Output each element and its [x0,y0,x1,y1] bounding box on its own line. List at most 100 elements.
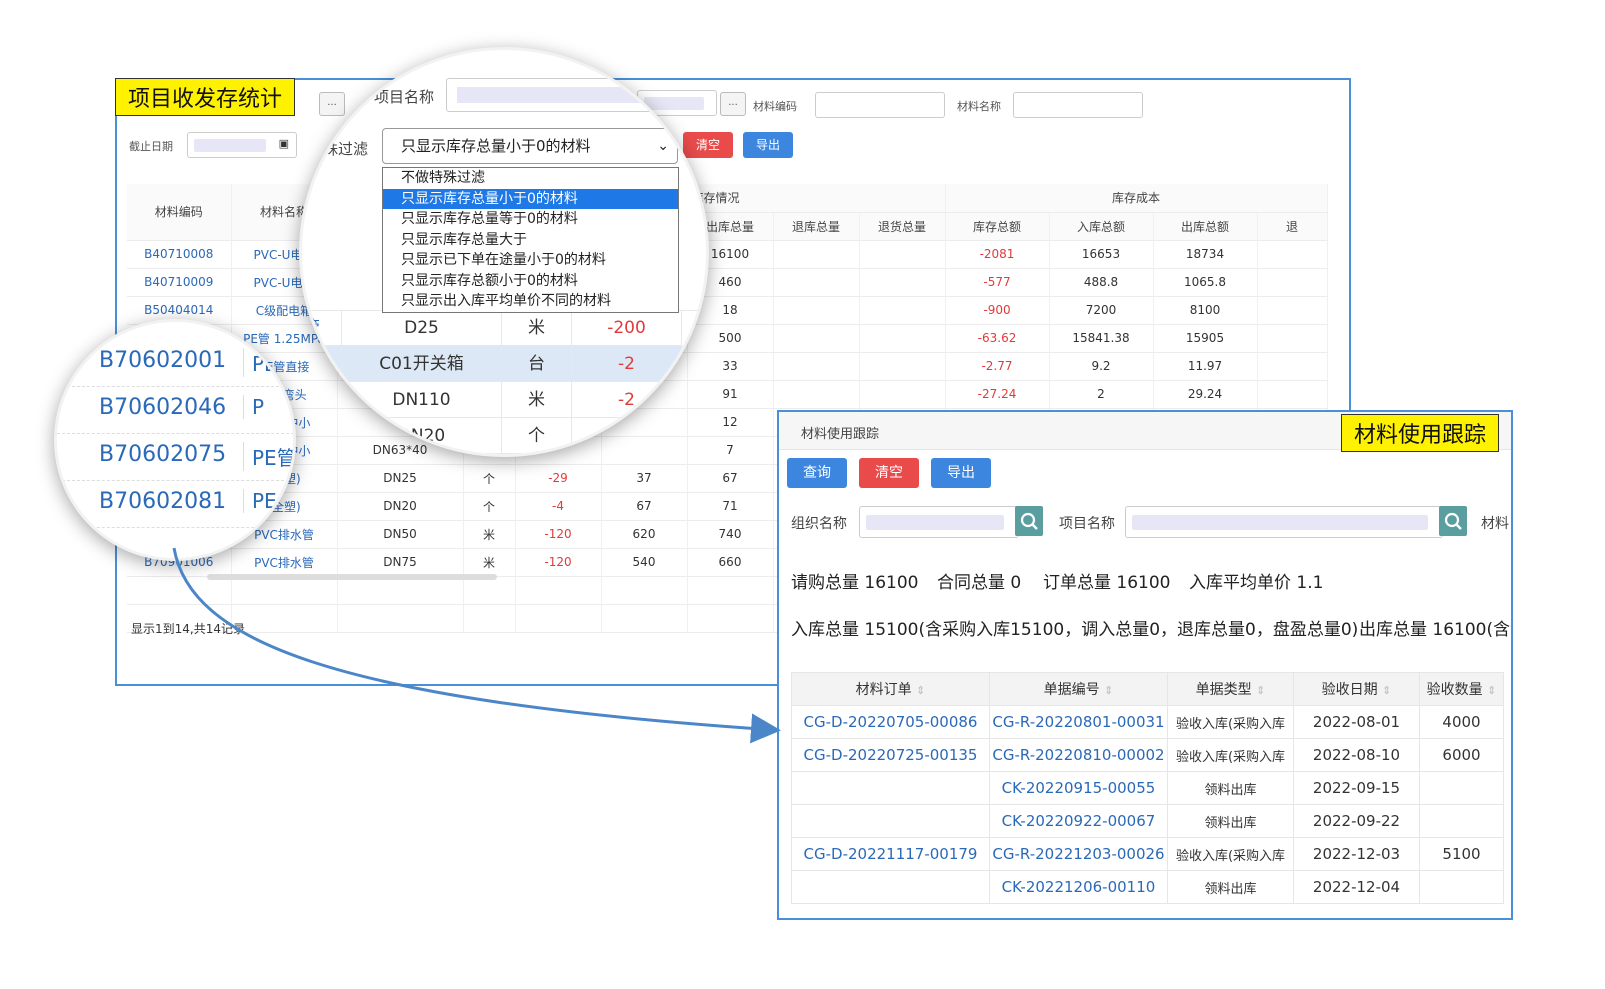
filter-option[interactable]: 只显示库存总额小于0的材料 [383,271,678,292]
cell-return-amount [1257,352,1328,381]
special-filter-select[interactable]: 只显示库存总量小于0的材料 ⌄ [382,128,678,164]
cell-type: 领料出库 [1167,870,1294,904]
table-row[interactable]: CK-20221206-00110 领料出库 2022-12-04 [791,870,1504,904]
cell-qty [1419,771,1504,805]
mag-project-name-input[interactable] [446,78,706,112]
cell-stock-qty: -29 [515,464,602,493]
cell-order[interactable]: CG-D-20220725-00135 [791,738,990,772]
filter-option[interactable]: 只显示库存总量小于0的材料 [383,188,678,209]
clear-button[interactable]: 清空 [859,458,919,488]
sort-icon[interactable]: ⇕ [916,684,925,697]
col-material-code[interactable]: 材料编码 [127,184,232,241]
table-row[interactable]: CG-D-20221117-00179 CG-R-20221203-00026 验收… [791,837,1504,871]
mag-material-name[interactable]: PE管直接 [243,348,293,377]
cell-out-amount: 8100 [1153,296,1258,325]
cell-doc[interactable]: CK-20221206-00110 [989,870,1168,904]
cell-material-code[interactable]: B40710009 [127,268,232,297]
clear-button[interactable]: 清空 [683,132,733,158]
sort-icon[interactable]: ⇕ [1382,684,1391,697]
col-doc-number[interactable]: 单据编号 ⇕ [989,672,1168,706]
stat-requisition-total: 请购总量 16100 [791,573,919,593]
cell-doc[interactable]: CG-R-20220801-00031 [989,705,1168,739]
material-label: 材料 [1481,516,1509,532]
col-in-amount[interactable]: 入库总额 [1049,212,1154,241]
col-return-amount[interactable]: 退 [1257,212,1328,241]
filter-option[interactable]: 只显示库存总量大于 [383,230,678,251]
cell-doc[interactable]: CG-R-20221203-00026 [989,837,1168,871]
mag-material-code[interactable]: B70602046 [99,395,226,420]
cell-return-qty [773,380,860,409]
org-search-button[interactable] [1015,506,1043,536]
col-stock-amount[interactable]: 库存总额 [945,212,1050,241]
filter-option[interactable]: 只显示出入库平均单价不同的材料 [383,291,678,312]
cell-doc[interactable]: CK-20220915-00055 [989,771,1168,805]
stat-out-total: 出库总量 16100(含领 [1359,620,1513,640]
table-row[interactable]: CK-20220922-00067 领料出库 2022-09-22 [791,804,1504,838]
sort-icon[interactable]: ⇕ [1256,684,1265,697]
cell-doc[interactable]: CG-R-20220810-00002 [989,738,1168,772]
table-row[interactable]: CK-20220915-00055 领料出库 2022-09-15 [791,771,1504,805]
calendar-icon[interactable]: ▣ [279,137,289,150]
cell-doc[interactable]: CK-20220922-00067 [989,804,1168,838]
export-button[interactable]: 导出 [931,458,991,488]
cell-out-amount: 29.24 [1153,380,1258,409]
cell-order[interactable]: CG-D-20220705-00086 [791,705,990,739]
col-doc-type[interactable]: 单据类型 ⇕ [1167,672,1294,706]
horizontal-scrollbar[interactable] [207,574,497,580]
cell-out-qty: 67 [687,464,774,493]
cell-out-qty: 12 [687,408,774,437]
col-accept-date[interactable]: 验收日期 ⇕ [1293,672,1420,706]
cell-refund-qty [859,240,946,269]
cell-stock-qty: -4 [515,492,602,521]
filter-option[interactable]: 只显示库存总量等于0的材料 [383,209,678,230]
material-code-input[interactable] [815,92,945,118]
cell-stock-amount: -27.24 [945,380,1050,409]
cell-type: 验收入库(采购入库 [1167,837,1294,871]
org-name-label: 组织名称 [791,516,847,532]
col-material-order[interactable]: 材料订单 ⇕ [791,672,990,706]
mag-material-code[interactable]: B70602081 [99,489,226,514]
cell-unit: 个 [463,492,516,521]
table-row[interactable]: CG-D-20220705-00086 CG-R-20220801-00031 验收… [791,705,1504,739]
mag-material-name[interactable]: P [243,395,264,419]
cell-in-amount: 9.2 [1049,352,1154,381]
col-refund-total[interactable]: 退货总量 [859,212,946,241]
mag-material-code[interactable]: B70602075 [99,442,226,467]
cell-unit: 个 [463,464,516,493]
query-button[interactable]: 查询 [787,458,847,488]
special-filter-options: 不做特殊过滤 只显示库存总量小于0的材料 只显示库存总量等于0的材料 只显示库存总量大… [382,167,679,313]
cell-out-qty: 740 [687,520,774,549]
cell-return-amount [1257,380,1328,409]
cell-order[interactable]: CG-D-20221117-00179 [791,837,990,871]
project-name-input[interactable] [1125,506,1443,538]
mag-special-filter-label: 特殊过滤 [308,140,369,158]
mag-material-name[interactable]: PE [243,489,277,513]
cell-qty [1419,804,1504,838]
org-name-input[interactable] [859,506,1019,538]
mag-material-code[interactable]: B70602001 [99,348,226,373]
export-button[interactable]: 导出 [743,132,793,158]
cell-material-name[interactable]: PVC排水管 [231,548,338,577]
cell-order[interactable] [791,771,990,805]
mag-material-name[interactable]: PE管 [243,442,293,471]
project-search-button[interactable] [1439,506,1467,536]
org-picker-button[interactable]: ... [319,92,345,116]
project-picker-button[interactable]: ... [720,92,746,116]
cell-order[interactable] [791,870,990,904]
cutoff-date-input[interactable]: ▣ [187,132,297,158]
col-return-total[interactable]: 退库总量 [773,212,860,241]
material-name-input[interactable] [1013,92,1143,118]
tracking-title: 材料使用跟踪 [801,427,880,442]
sort-icon[interactable]: ⇕ [1104,684,1113,697]
cell-material-code[interactable]: B40710008 [127,240,232,269]
mag-project-name-label: 项目名称 [374,88,435,106]
material-tracking-window: 材料使用跟踪 查询 清空 导出 组织名称 项目名称 材料 请购总量 16100 … [777,410,1513,920]
filter-option[interactable]: 只显示已下单在途量小于0的材料 [383,250,678,271]
mag-cell-unit: 个 [502,418,572,454]
col-accept-qty[interactable]: 验收数量 ⇕ [1419,672,1504,706]
table-row[interactable]: CG-D-20220725-00135 CG-R-20220810-00002 验收… [791,738,1504,772]
filter-option[interactable]: 不做特殊过滤 [383,168,678,189]
col-out-amount[interactable]: 出库总额 [1153,212,1258,241]
sort-icon[interactable]: ⇕ [1487,684,1496,697]
cell-order[interactable] [791,804,990,838]
